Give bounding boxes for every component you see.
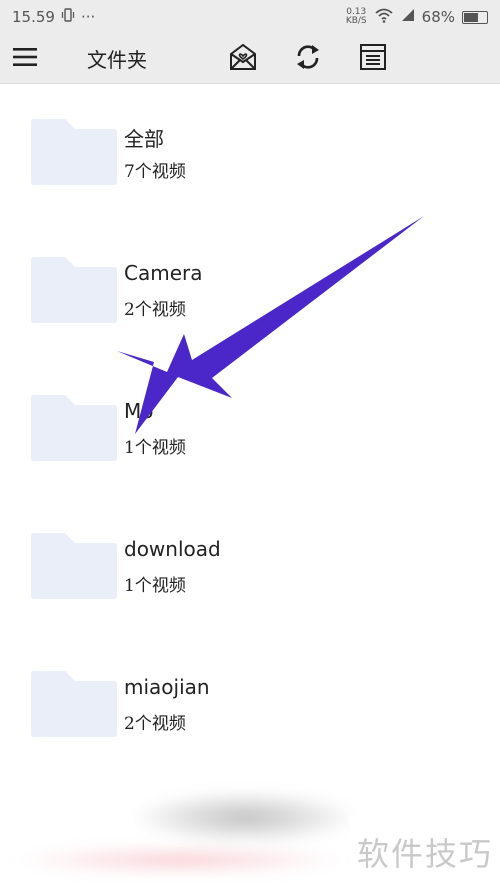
page-title: 文件夹 [87,48,147,72]
list-button[interactable] [348,34,398,84]
folder-icon [31,671,117,737]
refresh-button[interactable] [283,34,333,84]
folder-icon [31,119,117,185]
folder-name: download [124,537,221,561]
folder-video-count: 2个视频 [124,300,186,320]
folder-icon [31,395,117,461]
battery-fill [464,12,478,22]
folder-name: miaojian [124,675,210,699]
folder-item-download[interactable]: download 1个视频 [0,499,500,637]
battery-percent: 68% [421,8,455,26]
folder-name: Camera [124,261,203,285]
envelope-heart-icon [228,42,258,76]
folder-item-miaojian[interactable]: miaojian 2个视频 [0,637,500,775]
folder-video-count: 7个视频 [124,162,186,182]
folder-item-mo[interactable]: Mo 1个视频 [0,361,500,499]
status-bar: 15.59 ··· 0.13 KB/S 68% [0,0,500,34]
folder-name: Mo [124,399,154,423]
folder-video-count: 2个视频 [124,714,186,734]
signal-icon [401,8,415,26]
folder-icon [31,533,117,599]
battery-icon [462,10,488,24]
folder-list: 全部 7个视频 Camera 2个视频 Mo 1个视频 download 1个视… [0,85,500,775]
folder-item-camera[interactable]: Camera 2个视频 [0,223,500,361]
status-more-dots: ··· [80,8,96,26]
wifi-icon [374,7,394,27]
network-speed-unit: KB/S [345,16,367,26]
folder-name: 全部 [124,127,164,151]
blurred-region [130,790,360,845]
status-left: 15.59 ··· [12,8,95,26]
network-speed: 0.13 KB/S [346,8,367,26]
folder-video-count: 1个视频 [124,438,186,458]
refresh-icon [293,42,323,76]
vibrate-icon [61,8,75,26]
app-bar: 文件夹 [0,34,500,84]
folder-item-all[interactable]: 全部 7个视频 [0,85,500,223]
list-icon [359,43,387,75]
status-time: 15.59 [12,8,55,26]
menu-icon [13,47,37,71]
menu-button[interactable] [13,34,63,84]
folder-icon [31,257,117,323]
status-right: 0.13 KB/S 68% [346,7,488,27]
blurred-region-pink [10,845,350,875]
feedback-button[interactable] [218,34,268,84]
folder-video-count: 1个视频 [124,576,186,596]
watermark: 软件技巧 [350,815,500,889]
